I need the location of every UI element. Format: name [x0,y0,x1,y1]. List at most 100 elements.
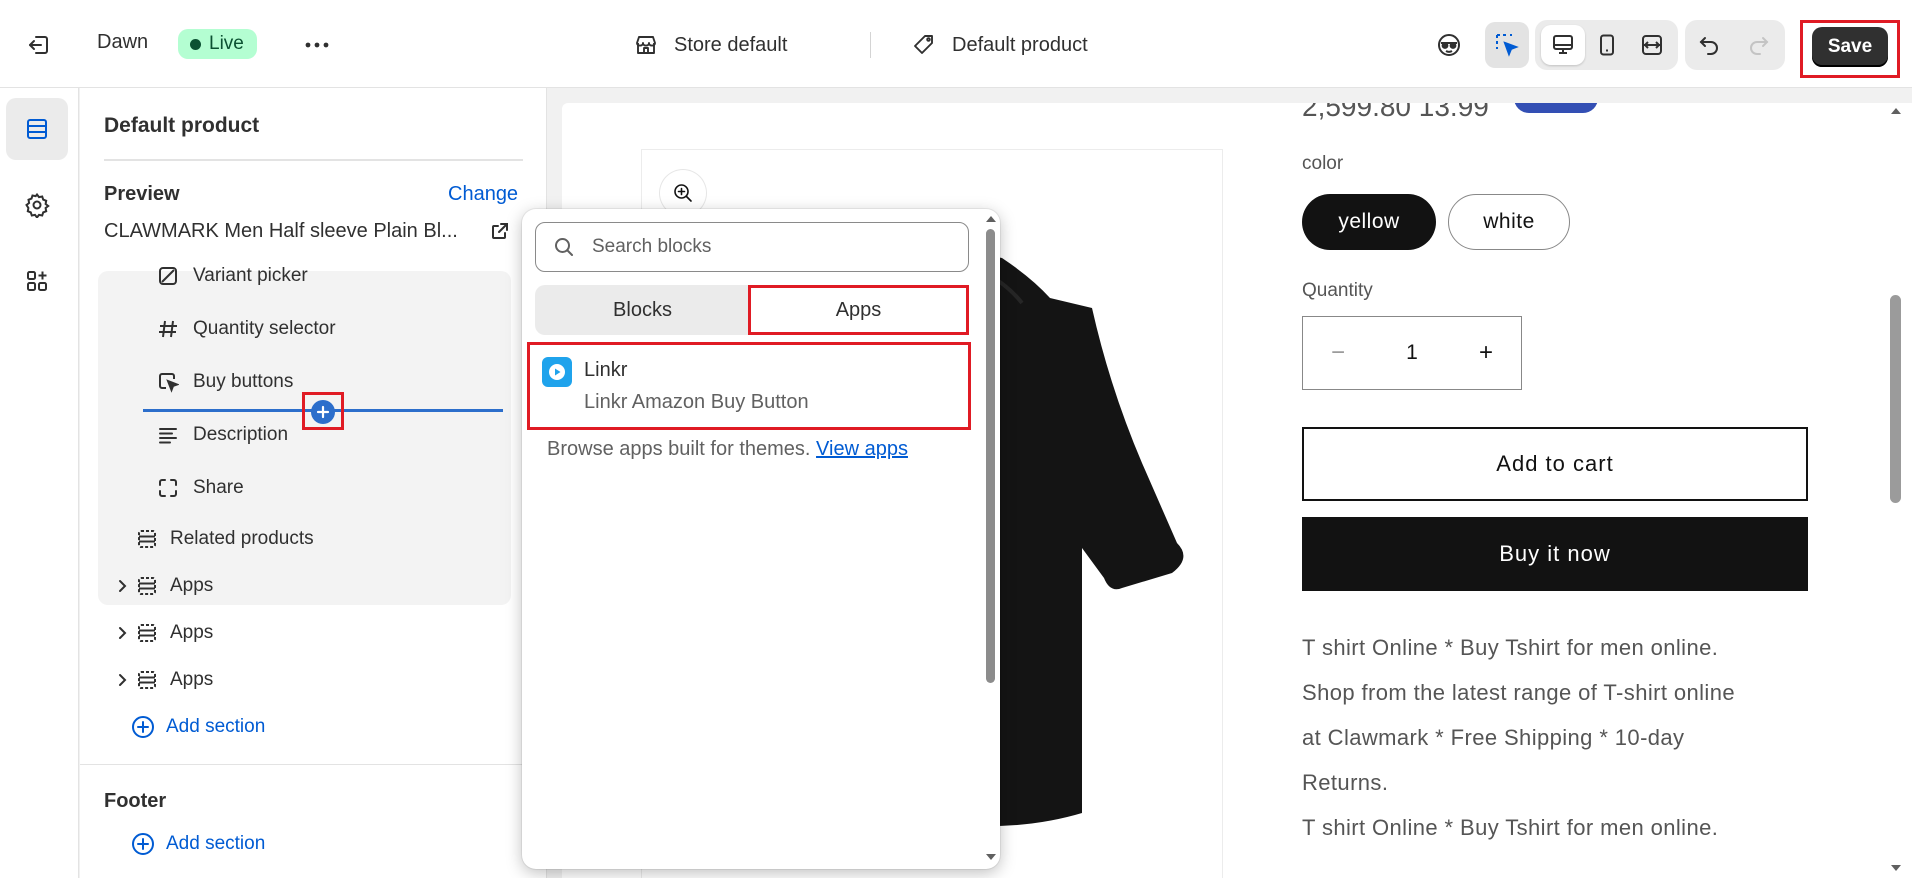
picker-scrollbar-thumb[interactable] [986,229,995,683]
add-to-cart-button[interactable]: Add to cart [1302,427,1808,501]
section-label: Apps [170,575,214,596]
section-icon [135,528,159,550]
sections-icon[interactable] [6,98,68,160]
sidebar-panel: Default product Preview Change CLAWMARK … [80,88,547,878]
description-line: at Clawmark * Free Shipping * 10-day [1302,725,1685,750]
block-label: Variant picker [193,265,308,286]
section-apps[interactable]: Apps [110,575,213,597]
tag-icon [912,33,936,57]
status-badge: Live [178,29,257,59]
scroll-up-arrow-icon[interactable] [985,215,997,224]
add-section-label: Add section [166,716,266,737]
settings-gear-icon[interactable] [6,174,68,236]
buy-now-button[interactable]: Buy it now [1302,517,1808,591]
plus-icon[interactable]: + [1451,317,1521,389]
add-section-label: Add section [166,833,266,854]
description-line: Shop from the latest range of T-shirt on… [1302,680,1735,705]
plus-circle-icon [131,832,155,856]
block-item-share[interactable]: Share [156,477,244,499]
option-label: color [1302,153,1344,174]
section-related-products[interactable]: Related products [110,528,314,550]
chevron-right-icon[interactable] [110,626,133,640]
section-icon [135,669,159,691]
tab-blocks[interactable]: Blocks [535,285,750,335]
divider [80,764,546,765]
change-preview-link[interactable]: Change [448,183,518,206]
product-context-selector[interactable]: Default product [912,28,1088,62]
variant-option-white[interactable]: white [1448,194,1570,250]
block-item-description[interactable]: Description [156,424,288,446]
footer-add-section-button[interactable]: Add section [131,832,265,856]
add-section-button[interactable]: Add section [131,715,265,739]
block-label: Buy buttons [193,371,294,392]
page-title: Default product [104,114,260,137]
external-link-icon[interactable] [490,221,510,241]
search-blocks-field[interactable] [535,222,969,272]
save-button[interactable]: Save [1812,27,1888,67]
exit-icon[interactable] [22,28,56,62]
search-input[interactable] [592,236,952,258]
scroll-down-arrow-icon[interactable] [985,852,997,861]
block-item-variant-picker[interactable]: Variant picker [156,265,308,287]
block-label: Quantity selector [193,318,336,339]
app-block-item-linkr[interactable]: Linkr Linkr Amazon Buy Button [527,342,971,430]
variant-option-yellow[interactable]: yellow [1302,194,1436,250]
hash-icon [156,318,180,340]
apps-icon[interactable] [6,250,68,312]
variant-picker-icon [156,265,180,287]
block-picker-popover: Blocks Apps Linkr Linkr Amazon Buy Butto… [522,209,1000,869]
browse-text: Browse apps built for themes. [547,438,811,460]
redo-icon[interactable] [1737,25,1781,65]
context-divider [870,32,871,58]
mobile-view-icon[interactable] [1585,25,1629,65]
section-label: Apps [170,622,214,643]
app-subtitle: Linkr Amazon Buy Button [584,391,809,413]
description-line: T shirt Online * Buy Tshirt for men onli… [1302,635,1719,660]
preview-label: Preview [104,183,180,205]
section-label: Apps [170,669,214,690]
section-label: Related products [170,528,314,549]
share-frame-icon [156,477,180,499]
block-item-buy-buttons[interactable]: Buy buttons [156,371,293,393]
description-line: Returns. [1302,770,1389,795]
desktop-view-icon[interactable] [1541,25,1585,65]
minus-icon[interactable]: − [1303,317,1373,389]
product-description: T shirt Online * Buy Tshirt for men onli… [1302,625,1822,850]
inspector-icon[interactable] [1427,22,1471,68]
store-context-selector[interactable]: Store default [634,28,787,62]
plus-circle-icon [131,715,155,739]
chevron-right-icon[interactable] [110,579,133,593]
live-dot-icon [190,38,201,50]
top-bar: Dawn Live Store default Default product [0,0,1912,88]
quantity-input[interactable]: 1 [1373,317,1451,389]
description-line: T shirt Online * Buy Tshirt for men onli… [1302,815,1719,840]
section-apps[interactable]: Apps [110,669,213,691]
section-icon [135,622,159,644]
scroll-up-arrow-icon[interactable] [1889,106,1903,116]
left-rail [0,88,79,878]
divider [104,159,523,161]
price-strip: 2,599.80 13.99 [1302,103,1489,122]
block-label: Share [193,477,244,498]
scroll-down-arrow-icon[interactable] [1889,863,1903,873]
footer-group-title: Footer [104,790,167,812]
add-block-plus-icon[interactable] [311,400,335,424]
section-icon [135,575,159,597]
picker-tabs: Blocks Apps [535,285,969,335]
fullscreen-view-icon[interactable] [1630,25,1674,65]
status-badge-label: Live [209,33,244,54]
more-actions-icon[interactable] [300,28,334,62]
cursor-click-icon [156,371,180,393]
select-element-icon[interactable] [1485,22,1529,68]
quantity-label: Quantity [1302,280,1373,301]
search-icon [536,236,592,258]
undo-icon[interactable] [1687,25,1731,65]
view-apps-link[interactable]: View apps [816,438,908,460]
preview-scrollbar-thumb[interactable] [1890,295,1901,503]
product-context-label: Default product [952,33,1088,56]
chevron-right-icon[interactable] [110,673,133,687]
text-align-icon [156,424,180,446]
section-apps[interactable]: Apps [110,622,213,644]
block-item-quantity-selector[interactable]: Quantity selector [156,318,336,340]
tab-apps[interactable]: Apps [748,285,969,335]
